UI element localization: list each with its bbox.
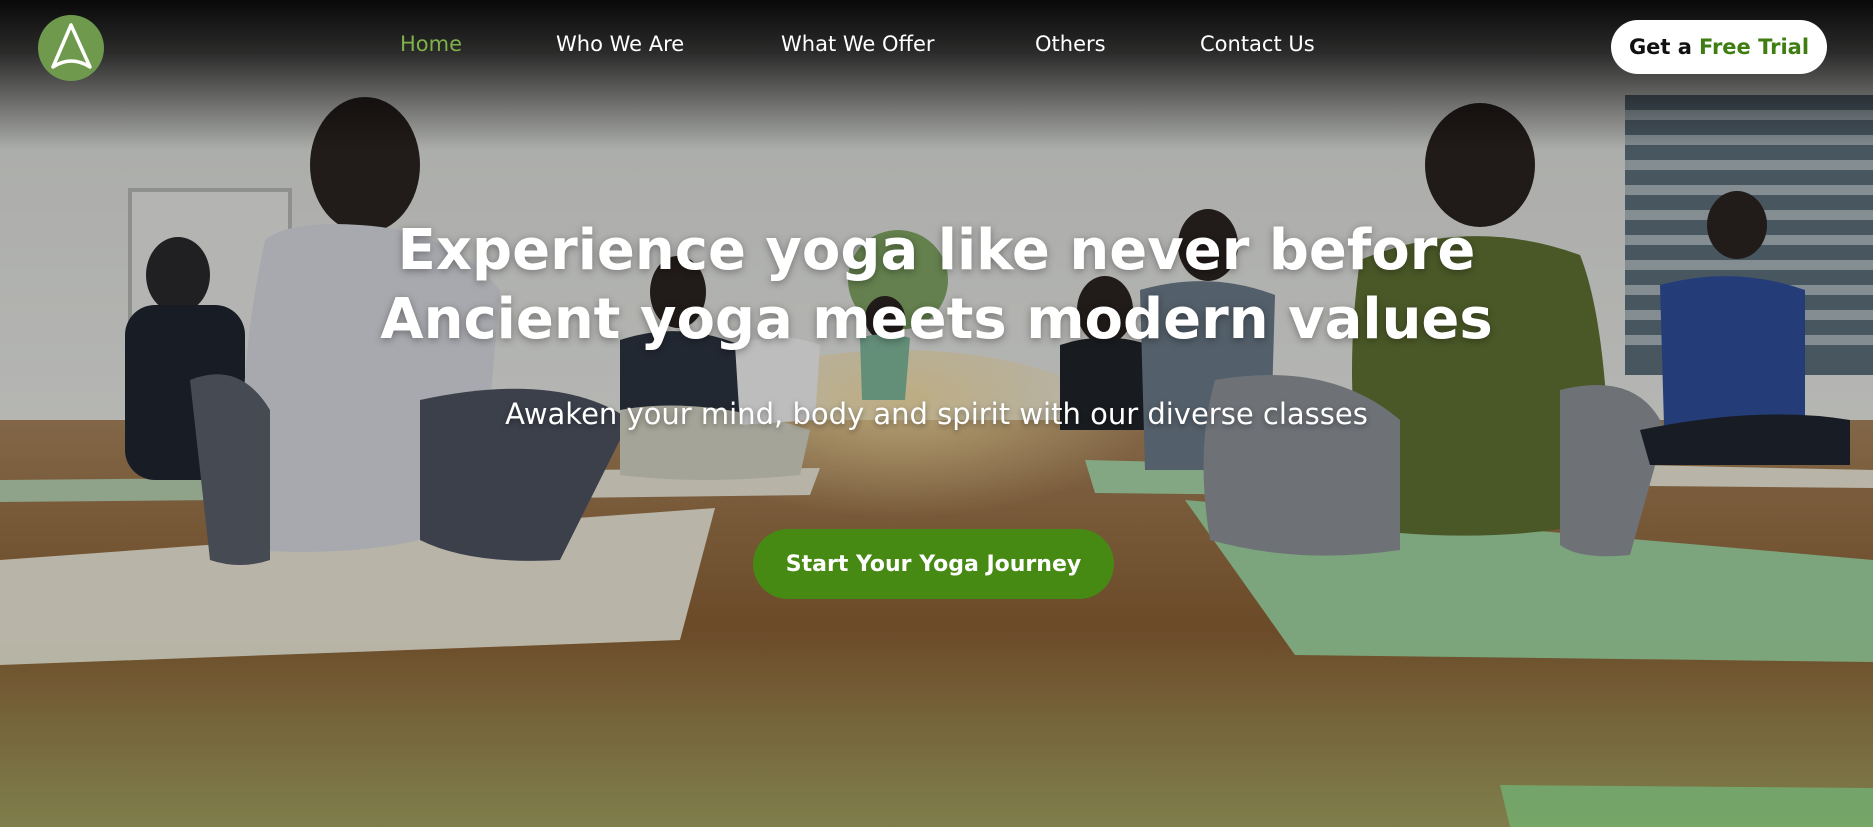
nav-item-what-we-offer[interactable]: What We Offer: [781, 32, 935, 56]
start-yoga-journey-button[interactable]: Start Your Yoga Journey: [753, 529, 1114, 599]
site-logo[interactable]: [38, 15, 104, 81]
nav-item-who-we-are[interactable]: Who We Are: [556, 32, 684, 56]
footer-gradient-overlay: [0, 637, 1873, 827]
hero-section: Home Who We Are What We Offer Others Con…: [0, 0, 1873, 827]
hero-subheading: Awaken your mind, body and spirit with o…: [505, 397, 1368, 431]
free-trial-accent: Free Trial: [1698, 35, 1810, 59]
top-navigation: Home Who We Are What We Offer Others Con…: [0, 0, 1873, 92]
free-trial-prefix: Get a: [1628, 35, 1692, 59]
mountain-a-logo-icon: [51, 23, 92, 69]
hero-headline-line1: Experience yoga like never before: [397, 218, 1476, 283]
nav-item-contact-us[interactable]: Contact Us: [1200, 32, 1315, 56]
free-trial-button[interactable]: Get a Free Trial: [1611, 20, 1827, 74]
nav-item-home[interactable]: Home: [400, 32, 462, 56]
nav-item-others[interactable]: Others: [1035, 32, 1106, 56]
hero-headline-line2: Ancient yoga meets modern values: [380, 287, 1493, 352]
